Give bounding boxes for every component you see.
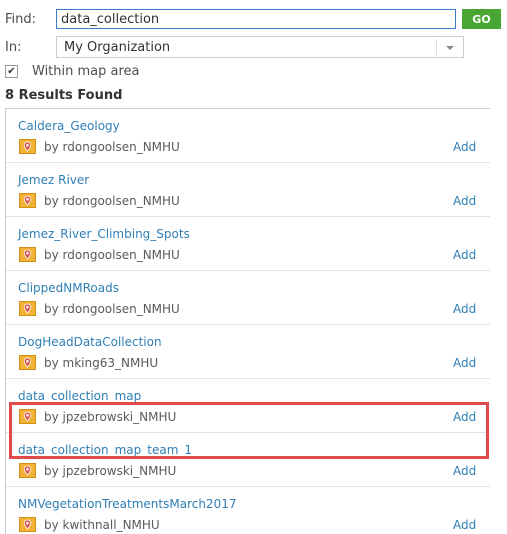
result-title-link[interactable]: Caldera_Geology xyxy=(18,119,120,133)
chevron-down-icon[interactable] xyxy=(446,46,454,50)
result-item: NMVegetationTreatmentsMarch2017 by kwithn… xyxy=(6,487,490,534)
add-button[interactable]: Add xyxy=(453,356,476,370)
search-input[interactable] xyxy=(56,9,456,29)
scope-select[interactable]: My Organization xyxy=(56,36,464,58)
result-title-link[interactable]: data_collection_map_team_1 xyxy=(18,443,192,457)
result-item: Caldera_Geologyby rdongoolsen_NMHU Add xyxy=(6,109,490,163)
add-button[interactable]: Add xyxy=(453,302,476,316)
result-owner: by jpzebrowski_NMHU xyxy=(44,410,177,424)
web-map-icon xyxy=(19,193,36,208)
result-item: DogHeadDataCollection by mking63_NMHU Add xyxy=(6,325,490,379)
result-owner: by rdongoolsen_NMHU xyxy=(44,194,180,208)
web-map-icon xyxy=(19,355,36,370)
add-button[interactable]: Add xyxy=(453,248,476,262)
result-owner: by rdongoolsen_NMHU xyxy=(44,248,180,262)
go-button[interactable]: GO xyxy=(462,9,501,29)
scope-select-value: My Organization xyxy=(64,40,171,55)
in-label: In: xyxy=(5,40,22,55)
add-button[interactable]: Add xyxy=(453,410,476,424)
add-button[interactable]: Add xyxy=(453,194,476,208)
web-map-icon xyxy=(19,409,36,424)
result-owner: by mking63_NMHU xyxy=(44,356,159,370)
add-button[interactable]: Add xyxy=(453,464,476,478)
web-map-icon xyxy=(19,463,36,478)
result-title-link[interactable]: DogHeadDataCollection xyxy=(18,335,162,349)
web-map-icon xyxy=(19,301,36,316)
result-title-link[interactable]: ClippedNMRoads xyxy=(18,281,119,295)
checkmark-icon: ✔ xyxy=(7,65,16,77)
result-owner: by rdongoolsen_NMHU xyxy=(44,140,180,154)
find-label: Find: xyxy=(5,12,37,27)
results-list: Caldera_Geology by rdongoolsen_NMHU Add Jem… xyxy=(5,108,490,534)
within-map-area-checkbox[interactable]: ✔ xyxy=(5,65,18,78)
result-title-link[interactable]: data_collection_map xyxy=(18,389,141,403)
result-item: ClippedNMRoads by rdongoolsen_NMHU Add xyxy=(6,271,490,325)
result-title-link[interactable]: NMVegetationTreatmentsMarch2017 xyxy=(18,497,236,511)
web-map-icon xyxy=(19,139,36,154)
result-owner: by rdongoolsen_NMHU xyxy=(44,302,180,316)
add-button[interactable]: Add xyxy=(453,140,476,154)
result-item: Jemez River by rdongoolsen_NMHU Add xyxy=(6,163,490,217)
web-map-icon xyxy=(19,517,36,532)
web-map-icon xyxy=(19,247,36,262)
within-map-area-label: Within map area xyxy=(32,64,140,79)
results-count: 8 Results Found xyxy=(5,88,123,103)
add-button[interactable]: Add xyxy=(453,518,476,532)
result-item: data_collection_mapby jpzebrowski_NMHU Ad… xyxy=(6,379,490,433)
result-title-link[interactable]: Jemez_River_Climbing_Spots xyxy=(18,227,190,241)
result-title-link[interactable]: Jemez River xyxy=(18,173,89,187)
result-owner: by jpzebrowski_NMHU xyxy=(44,464,177,478)
select-divider xyxy=(436,39,437,55)
result-item: Jemez_River_Climbing_Spotsby rdongoolsen… xyxy=(6,217,490,271)
result-item: data_collection_map_team_1by jpzebrowski… xyxy=(6,433,490,487)
result-owner: by kwithnall_NMHU xyxy=(44,518,160,532)
